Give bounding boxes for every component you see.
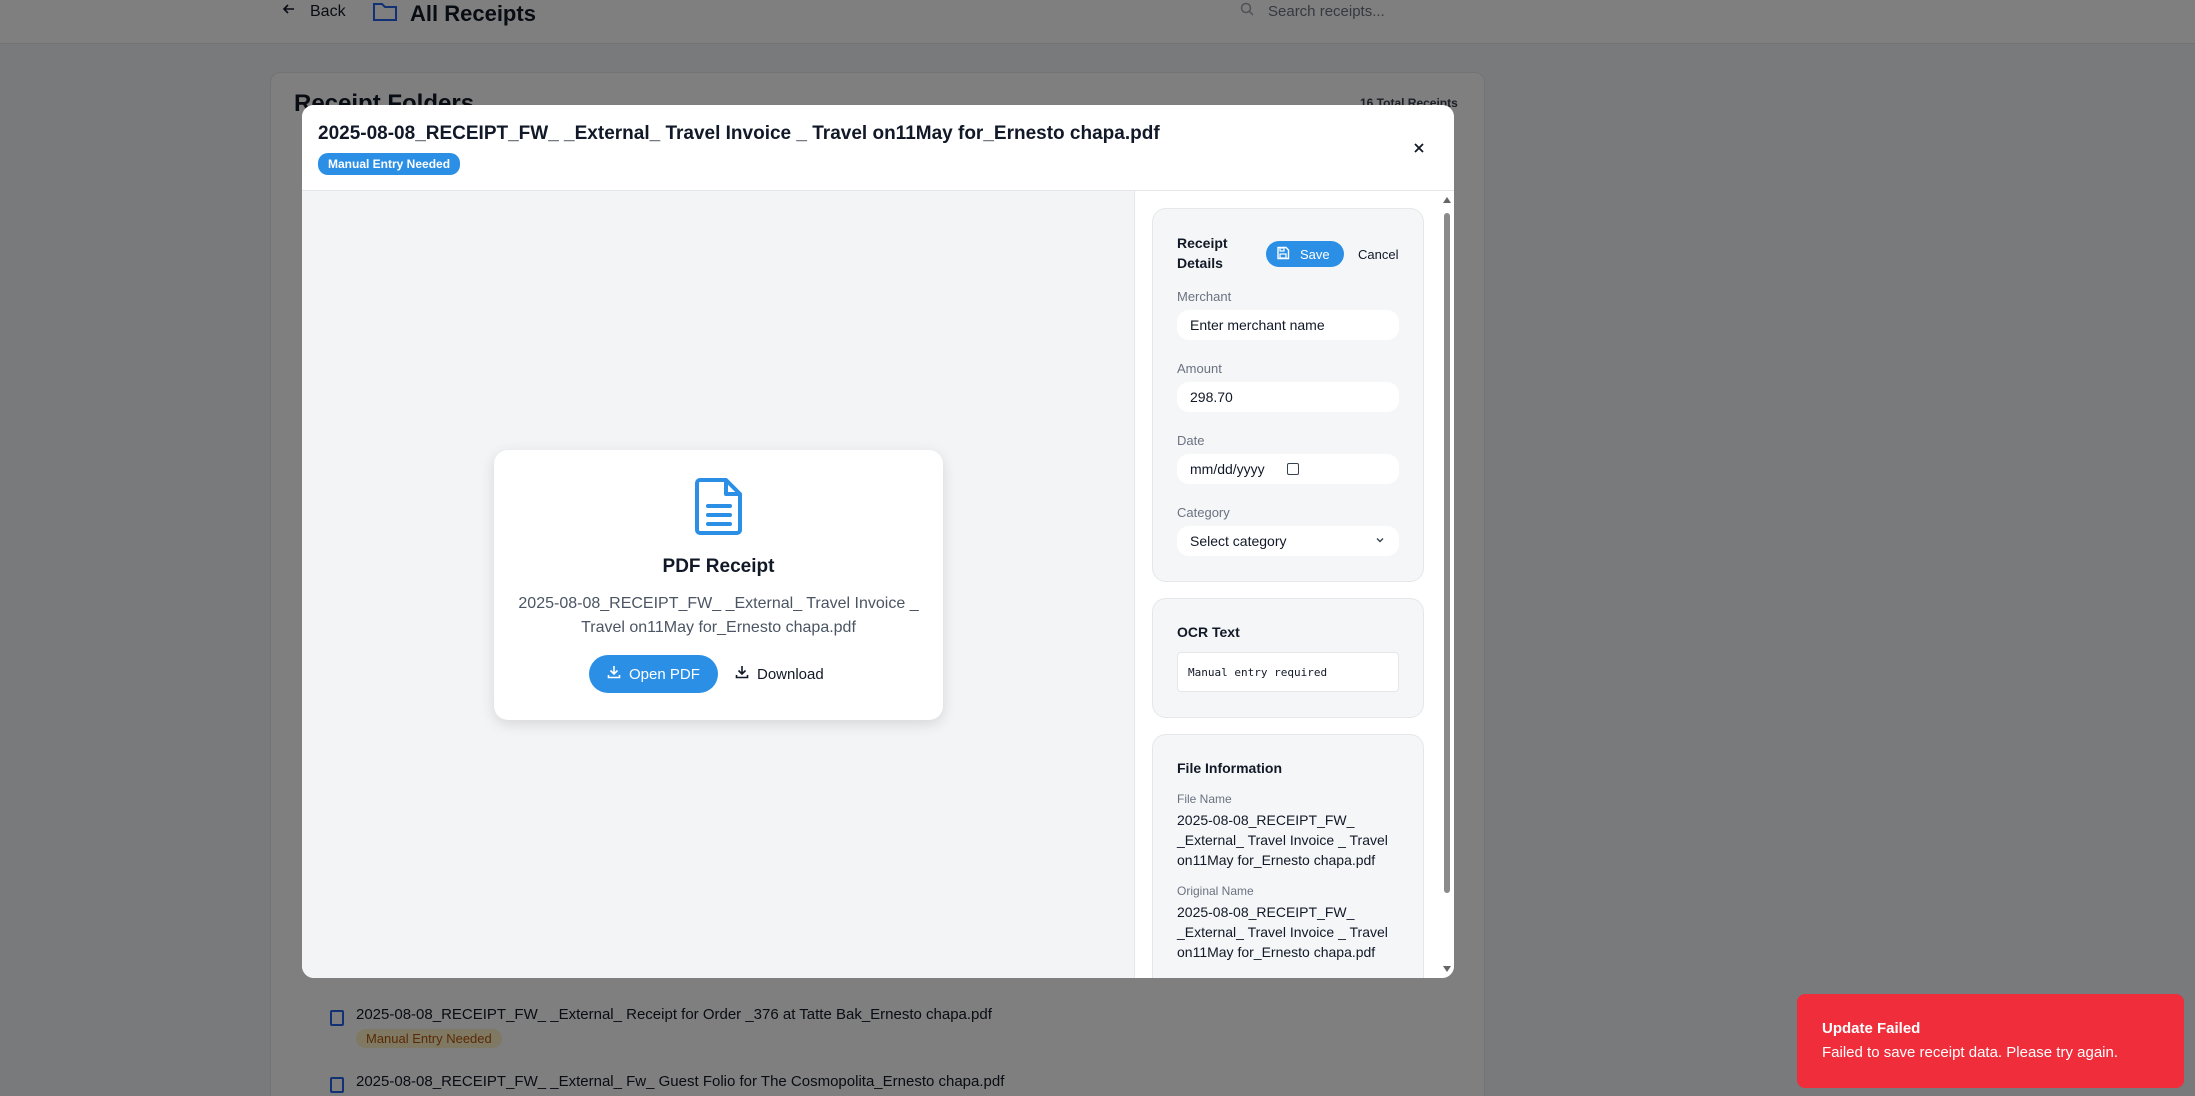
sidebar-scrollbar[interactable] [1442, 197, 1452, 972]
receipt-details-title: Receipt Details [1177, 235, 1228, 271]
pdf-card: PDF Receipt 2025-08-08_RECEIPT_FW_ _Exte… [494, 450, 943, 720]
status-badge: Manual Entry Needed [318, 153, 461, 175]
amount-input[interactable]: 298.70 [1177, 382, 1399, 412]
date-input[interactable]: mm/dd/yyyy [1177, 454, 1399, 484]
file-text-icon [694, 476, 744, 541]
cancel-button[interactable]: Cancel [1350, 241, 1407, 267]
merchant-input[interactable]: Enter merchant name [1177, 310, 1399, 340]
scroll-down-arrow[interactable] [1443, 966, 1451, 972]
file-name-value: 2025-08-08_RECEIPT_FW_ _External_ Travel… [1177, 812, 1388, 868]
open-pdf-label: Open PDF [629, 665, 700, 683]
save-label: Save [1300, 246, 1330, 262]
date-label: Date [1177, 433, 1205, 448]
category-value: Select category [1190, 533, 1287, 549]
calendar-icon[interactable] [1286, 463, 1299, 475]
date-placeholder: mm/dd/yyyy [1190, 461, 1265, 477]
download-icon [735, 665, 749, 683]
category-label: Category [1177, 505, 1230, 520]
toast-message: Failed to save receipt data. Please try … [1822, 1044, 2119, 1061]
pdf-heading: PDF Receipt [662, 556, 775, 577]
open-pdf-button[interactable]: Open PDF [589, 655, 718, 693]
chevron-down-icon [1374, 533, 1386, 549]
original-name-value: 2025-08-08_RECEIPT_FW_ _External_ Travel… [1177, 904, 1388, 960]
receipt-modal: 2025-08-08_RECEIPT_FW_ _External_ Travel… [302, 105, 1454, 978]
file-info-card: File Information File Name 2025-08-08_RE… [1152, 734, 1424, 978]
save-button[interactable]: Save [1266, 241, 1344, 267]
pdf-preview-area: PDF Receipt 2025-08-08_RECEIPT_FW_ _Exte… [302, 191, 1134, 978]
ocr-card: OCR Text Manual entry required [1152, 598, 1424, 718]
toast-title: Update Failed [1822, 1020, 1921, 1037]
save-icon [1276, 246, 1290, 263]
amount-label: Amount [1177, 361, 1222, 376]
category-select[interactable]: Select category [1177, 526, 1399, 556]
modal-title: 2025-08-08_RECEIPT_FW_ _External_ Travel… [318, 123, 1160, 144]
file-name-label: File Name [1177, 792, 1232, 806]
original-name-label: Original Name [1177, 884, 1254, 898]
close-icon [1414, 143, 1424, 153]
merchant-placeholder: Enter merchant name [1190, 317, 1325, 333]
ocr-text: Manual entry required [1177, 652, 1399, 692]
download-icon [607, 665, 621, 683]
error-toast[interactable]: Update Failed Failed to save receipt dat… [1797, 994, 2184, 1088]
download-button[interactable]: Download [721, 655, 838, 693]
modal-header: 2025-08-08_RECEIPT_FW_ _External_ Travel… [302, 105, 1454, 191]
ocr-title: OCR Text [1177, 624, 1240, 640]
receipt-details-card: Receipt Details Save Cancel Merchant Ent… [1152, 208, 1424, 582]
scroll-up-arrow[interactable] [1443, 197, 1451, 203]
pdf-file-name: 2025-08-08_RECEIPT_FW_ _External_ Travel… [518, 595, 919, 636]
scroll-thumb[interactable] [1444, 213, 1450, 893]
details-sidebar[interactable]: Receipt Details Save Cancel Merchant Ent… [1134, 191, 1454, 978]
file-info-title: File Information [1177, 760, 1282, 776]
merchant-label: Merchant [1177, 289, 1232, 304]
close-button[interactable] [1410, 139, 1428, 157]
download-label: Download [757, 665, 824, 683]
amount-value: 298.70 [1190, 389, 1233, 405]
